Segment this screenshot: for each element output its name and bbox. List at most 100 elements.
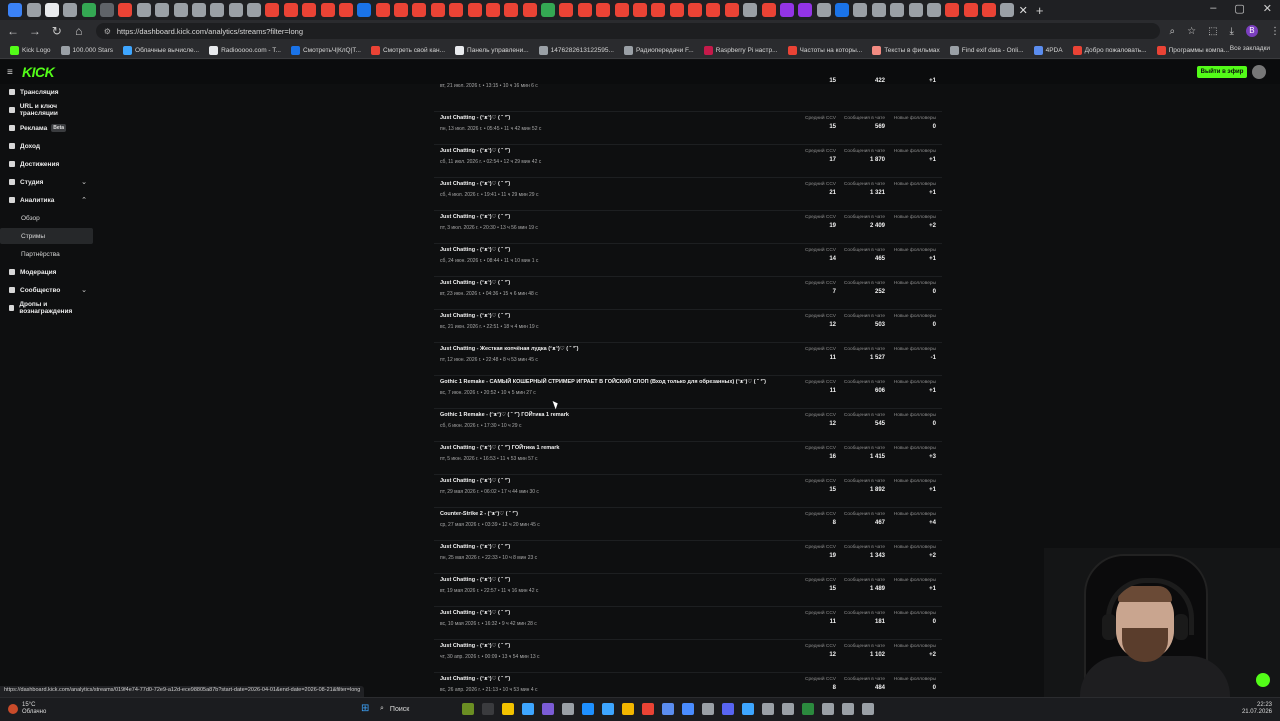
tab-favicon-icon[interactable] <box>173 3 188 17</box>
bookmark-item[interactable]: 4PDA <box>1033 45 1063 55</box>
tab-favicon-icon[interactable] <box>449 3 464 17</box>
tab-favicon-icon[interactable] <box>926 3 941 17</box>
bookmark-item[interactable]: СмотретьЧ|КлQ|Т... <box>290 45 361 55</box>
tab-favicon-icon[interactable] <box>136 3 151 17</box>
tab-favicon-icon[interactable] <box>688 3 703 17</box>
taskbar-app-icon[interactable] <box>602 703 614 715</box>
bookmark-item[interactable]: 1476282613122595... <box>538 45 614 55</box>
stream-row[interactable]: Gothic 1 Remake - САМЫЙ КОШЕРНЫЙ СТРИМЕР… <box>434 375 942 409</box>
tab-favicon-icon[interactable] <box>541 3 556 17</box>
tab-favicon-icon[interactable] <box>908 3 923 17</box>
chevron-down-icon[interactable]: ⌄ <box>81 178 87 186</box>
taskbar-app-icon[interactable] <box>802 703 814 715</box>
sidebar-item-12[interactable]: Дропы и вознаграждения <box>0 300 93 316</box>
taskbar-app-icon[interactable] <box>622 703 634 715</box>
tab-favicon-icon[interactable] <box>44 3 59 17</box>
reload-icon[interactable]: ↻ <box>48 24 66 38</box>
stream-row[interactable]: Gothic 1 Remake - (ᵔᴥᵔ)♡ ( ˘ ³˘) ГОЙтика… <box>434 408 942 442</box>
taskbar-app-icon[interactable] <box>842 703 854 715</box>
tab-favicon-icon[interactable] <box>100 3 115 17</box>
tab-favicon-icon[interactable] <box>394 3 409 17</box>
tab-favicon-icon[interactable] <box>890 3 905 17</box>
tab-favicon-icon[interactable] <box>210 3 225 17</box>
stream-row[interactable]: Just Chatting - (ᵔᴥᵔ)♡ ( ˘ ³˘) пт, 29 мая… <box>434 474 942 508</box>
tab-favicon-icon[interactable] <box>559 3 574 17</box>
sidebar-item-9[interactable]: Партнёрства <box>0 246 93 262</box>
stream-row[interactable]: Just Chatting - (ᵔᴥᵔ)♡ ( ˘ ³˘) ГОЙтика 1… <box>434 441 942 475</box>
tab-favicon-icon[interactable] <box>375 3 390 17</box>
tab-favicon-icon[interactable] <box>724 3 739 17</box>
taskbar-app-icon[interactable] <box>462 703 474 715</box>
tab-favicon-icon[interactable] <box>614 3 629 17</box>
all-bookmarks[interactable]: Все закладки <box>1230 45 1270 52</box>
tab-favicon-icon[interactable] <box>743 3 758 17</box>
taskbar-app-icon[interactable] <box>542 703 554 715</box>
bookmark-item[interactable]: Облачные вычисле... <box>123 45 199 55</box>
sidebar-item-6[interactable]: Аналитика ⌃ <box>0 192 93 208</box>
tab-favicon-icon[interactable] <box>522 3 537 17</box>
taskbar-app-icon[interactable] <box>562 703 574 715</box>
tab-favicon-icon[interactable] <box>265 3 280 17</box>
tab-favicon-icon[interactable] <box>963 3 978 17</box>
bookmark-item[interactable]: Radiooooo.com - T... <box>209 45 281 55</box>
stream-row[interactable]: Just Chatting - (ᵔᴥᵔ)♡ ( ˘ ³˘) вс, 10 мая… <box>434 606 942 640</box>
tab-favicon-icon[interactable] <box>283 3 298 17</box>
stream-row[interactable]: Just Chatting - (ᵔᴥᵔ)♡ ( ˘ ³˘) пт, 3 июл.… <box>434 210 942 244</box>
taskbar-app-icon[interactable] <box>522 703 534 715</box>
taskbar-app-icon[interactable] <box>662 703 674 715</box>
tab-favicon-icon[interactable] <box>779 3 794 17</box>
weather-widget[interactable]: 15°C Облачно <box>22 702 46 716</box>
sidebar-item-2[interactable]: Реклама Beta <box>0 120 93 136</box>
bookmark-item[interactable]: Радиопередачи F... <box>623 45 694 55</box>
taskbar-app-icon[interactable] <box>862 703 874 715</box>
downloads-icon[interactable]: ⤓ <box>1230 26 1234 37</box>
taskbar-app-icon[interactable] <box>702 703 714 715</box>
start-windows-icon[interactable]: ⊞ <box>361 704 371 714</box>
bookmark-item[interactable]: Добро пожаловать... <box>1072 45 1147 55</box>
taskbar-app-icon[interactable] <box>722 703 734 715</box>
tab-favicon-icon[interactable] <box>357 3 372 17</box>
taskbar-app-icon[interactable] <box>582 703 594 715</box>
tab-favicon-icon[interactable] <box>706 3 721 17</box>
taskbar-app-icon[interactable] <box>502 703 514 715</box>
stream-row[interactable]: Just Chatting - (ᵔᴥᵔ)♡ ( ˘ ³˘) вс, 21 июн… <box>434 309 942 343</box>
tab-favicon-icon[interactable] <box>798 3 813 17</box>
tab-favicon-icon[interactable] <box>853 3 868 17</box>
tab-favicon-icon[interactable] <box>430 3 445 17</box>
taskbar-app-icon[interactable] <box>782 703 794 715</box>
tab-favicon-icon[interactable] <box>504 3 519 17</box>
chevron-down-icon[interactable]: ⌄ <box>81 286 87 294</box>
hamburger-menu-icon[interactable]: ≡ <box>7 67 13 78</box>
taskbar-app-icon[interactable] <box>762 703 774 715</box>
maximize-icon[interactable]: ▢ <box>1234 2 1244 15</box>
tab-favicon-icon[interactable] <box>155 3 170 17</box>
tab-favicon-icon[interactable] <box>632 3 647 17</box>
bookmark-item[interactable]: Find exif data - Onli... <box>949 45 1024 55</box>
sidebar-item-4[interactable]: Достижения <box>0 156 93 172</box>
system-tray[interactable]: 22:23 21.07.2026 <box>1242 702 1272 716</box>
sidebar-item-8[interactable]: Стримы <box>0 228 93 244</box>
zoom-icon[interactable]: ⌕ <box>1170 26 1176 37</box>
taskbar-app-icon[interactable] <box>482 703 494 715</box>
tab-favicon-icon[interactable] <box>871 3 886 17</box>
tab-favicon-icon[interactable] <box>485 3 500 17</box>
sidebar-item-1[interactable]: URL и ключ трансляции <box>0 102 93 118</box>
tab-favicon-icon[interactable] <box>669 3 684 17</box>
sidebar-item-5[interactable]: Студия ⌄ <box>0 174 93 190</box>
tab-favicon-icon[interactable] <box>945 3 960 17</box>
extensions-icon[interactable]: ⬚ <box>1208 26 1217 37</box>
tab-favicon-icon[interactable] <box>651 3 666 17</box>
sidebar-item-0[interactable]: Трансляция <box>0 84 93 100</box>
tab-favicon-icon[interactable] <box>761 3 776 17</box>
profile-avatar[interactable]: B <box>1245 25 1258 37</box>
taskbar-app-icon[interactable] <box>822 703 834 715</box>
sidebar-item-7[interactable]: Обзор <box>0 210 93 226</box>
tab-favicon-icon[interactable] <box>320 3 335 17</box>
kick-logo[interactable]: KICK <box>22 64 55 80</box>
tab-favicon-icon[interactable] <box>467 3 482 17</box>
tab-favicon-icon[interactable] <box>26 3 41 17</box>
sidebar-item-3[interactable]: Доход <box>0 138 93 154</box>
bookmark-item[interactable]: Частоты на которы... <box>787 45 862 55</box>
tab-favicon-icon[interactable] <box>302 3 317 17</box>
new-tab-icon[interactable]: + <box>1036 3 1044 18</box>
